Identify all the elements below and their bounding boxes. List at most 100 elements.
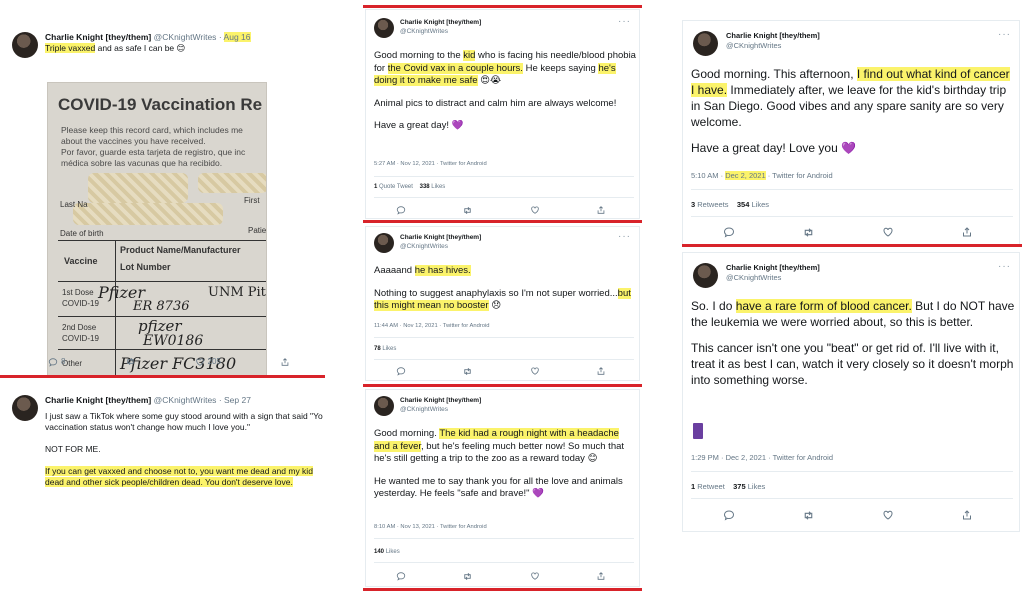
avatar[interactable] bbox=[12, 32, 38, 58]
share-button[interactable] bbox=[280, 356, 290, 367]
reply-icon[interactable] bbox=[396, 571, 406, 581]
purple-square-emoji bbox=[693, 423, 703, 439]
reply-icon bbox=[48, 357, 58, 367]
share-icon[interactable] bbox=[596, 571, 606, 581]
heart-icon[interactable] bbox=[530, 205, 540, 215]
highlighted-text: Triple vaxxed bbox=[45, 43, 96, 53]
col-product: Product Name/Manufacturer bbox=[120, 245, 241, 255]
heart-icon bbox=[195, 357, 205, 367]
heart-icon[interactable] bbox=[882, 226, 894, 238]
tweet-timestamp[interactable]: 11:44 AM · Nov 12, 2021 · Twitter for An… bbox=[374, 323, 489, 329]
retweet-icon[interactable] bbox=[802, 226, 815, 239]
reply-button[interactable]: 8 bbox=[48, 356, 65, 367]
author-name[interactable]: Charlie Knight [they/them] bbox=[726, 263, 820, 273]
author-name[interactable]: Charlie Knight [they/them] bbox=[726, 31, 820, 41]
highlighted-text: If you can get vaxxed and choose not to,… bbox=[45, 466, 313, 476]
tweet-card-3: Charlie Knight [they/them] @CKnightWrites… bbox=[365, 9, 640, 219]
more-options-button[interactable]: ··· bbox=[998, 29, 1011, 40]
author-name[interactable]: Charlie Knight [they/them] bbox=[400, 396, 481, 405]
author-handle[interactable]: @CKnightWrites bbox=[400, 27, 481, 36]
likes-link[interactable]: 338 Likes bbox=[420, 184, 446, 190]
separator bbox=[363, 220, 642, 223]
retweet-icon[interactable] bbox=[462, 366, 473, 377]
heart-icon[interactable] bbox=[530, 571, 540, 581]
tweet-timestamp[interactable]: 1:29 PM · Dec 2, 2021 · Twitter for Andr… bbox=[691, 453, 833, 462]
avatar[interactable] bbox=[374, 396, 394, 416]
tweet-actions bbox=[396, 205, 606, 216]
tweet-text: Aaaaand he has hives. Nothing to suggest… bbox=[374, 265, 631, 311]
reply-icon[interactable] bbox=[396, 205, 406, 215]
tweet-stats: 3 Retweets 354 Likes bbox=[691, 200, 769, 209]
reply-icon[interactable] bbox=[396, 366, 406, 376]
author-name[interactable]: Charlie Knight [they/them] bbox=[45, 395, 151, 405]
reply-icon[interactable] bbox=[723, 509, 735, 521]
avatar[interactable] bbox=[374, 233, 394, 253]
separator bbox=[0, 375, 325, 378]
avatar[interactable] bbox=[374, 18, 394, 38]
tweet-date[interactable]: Aug 16 bbox=[223, 32, 251, 42]
separator bbox=[363, 588, 642, 591]
separator bbox=[363, 5, 642, 8]
tweet-card-5: Charlie Knight [they/them] @CKnightWrites… bbox=[365, 389, 640, 587]
heart-icon[interactable] bbox=[530, 366, 540, 376]
tweet-card-7: Charlie Knight [they/them] @CKnightWrites… bbox=[682, 252, 1020, 532]
tweet-card-4: Charlie Knight [they/them] @CKnightWrites… bbox=[365, 226, 640, 381]
more-options-button[interactable]: ··· bbox=[618, 16, 631, 27]
tweet-card-2: Charlie Knight [they/them] @CKnightWrite… bbox=[0, 385, 325, 505]
tweet-card-1: Charlie Knight [they/them] @CKnightWrite… bbox=[0, 22, 325, 377]
col-lot: Lot Number bbox=[120, 262, 171, 272]
more-options-button[interactable]: ··· bbox=[998, 261, 1011, 272]
share-icon[interactable] bbox=[596, 366, 606, 376]
likes-link[interactable]: 140 Likes bbox=[374, 549, 400, 555]
col-vaccine: Vaccine bbox=[64, 256, 98, 266]
tweet-timestamp[interactable]: 8:10 AM · Nov 13, 2021 · Twitter for And… bbox=[374, 524, 487, 530]
author-handle[interactable]: @CKnightWrites bbox=[154, 395, 217, 405]
retweets-link[interactable]: 1 Retweet bbox=[691, 482, 725, 491]
tweet-stats: 78 Likes bbox=[374, 346, 396, 352]
retweet-icon[interactable] bbox=[462, 571, 473, 582]
share-icon[interactable] bbox=[961, 226, 973, 238]
author-name[interactable]: Charlie Knight [they/them] bbox=[400, 233, 481, 242]
separator bbox=[682, 244, 1022, 247]
author-handle[interactable]: @CKnightWrites bbox=[726, 41, 820, 51]
redacted-name bbox=[88, 173, 188, 203]
tweet-date[interactable]: Sep 27 bbox=[224, 395, 251, 405]
avatar[interactable] bbox=[693, 31, 718, 56]
handwritten-lot: ER 8736 bbox=[133, 299, 190, 314]
heart-icon[interactable] bbox=[882, 509, 894, 521]
retweet-icon[interactable] bbox=[802, 509, 815, 522]
author-handle[interactable]: @CKnightWrites bbox=[400, 242, 481, 251]
retweets-link[interactable]: 3 Retweets bbox=[691, 200, 729, 209]
likes-link[interactable]: 354 Likes bbox=[737, 200, 769, 209]
avatar[interactable] bbox=[12, 395, 38, 421]
retweet-button[interactable] bbox=[125, 356, 136, 367]
tweet-text: Good morning to the kid who is facing hi… bbox=[374, 50, 636, 131]
author-name[interactable]: Charlie Knight [they/them] bbox=[400, 18, 481, 27]
tweet-actions: 8 205 bbox=[48, 356, 290, 367]
tweet-actions bbox=[396, 366, 606, 377]
author-handle[interactable]: @CKnightWrites bbox=[400, 405, 481, 414]
retweet-icon[interactable] bbox=[462, 205, 473, 216]
like-button[interactable]: 205 bbox=[195, 356, 221, 367]
tweet-text: Good morning. This afternoon, I find out… bbox=[691, 67, 1010, 155]
author-handle[interactable]: @CKnightWrites bbox=[726, 273, 820, 283]
likes-link[interactable]: 78 Likes bbox=[374, 346, 396, 352]
tweet-actions bbox=[723, 509, 973, 522]
vaccination-card-title: COVID-19 Vaccination Re bbox=[58, 95, 263, 114]
vaccination-card-intro: Please keep this record card, which incl… bbox=[61, 125, 246, 168]
separator bbox=[363, 384, 642, 387]
share-icon[interactable] bbox=[961, 509, 973, 521]
author-handle[interactable]: @CKnightWrites bbox=[154, 32, 217, 42]
tweet-timestamp[interactable]: 5:10 AM · Dec 2, 2021 · Twitter for Andr… bbox=[691, 171, 833, 180]
reply-icon[interactable] bbox=[723, 226, 735, 238]
more-options-button[interactable]: ··· bbox=[618, 231, 631, 242]
tweet-text: So. I do have a rare form of blood cance… bbox=[691, 299, 1015, 387]
likes-link[interactable]: 375 Likes bbox=[733, 482, 765, 491]
share-icon bbox=[280, 357, 290, 367]
redacted-name bbox=[198, 173, 266, 193]
quote-tweets-link[interactable]: 1 Quote Tweet bbox=[374, 184, 413, 190]
author-name[interactable]: Charlie Knight [they/them] bbox=[45, 32, 151, 42]
avatar[interactable] bbox=[693, 263, 718, 288]
tweet-timestamp[interactable]: 5:27 AM · Nov 12, 2021 · Twitter for And… bbox=[374, 161, 487, 167]
share-icon[interactable] bbox=[596, 205, 606, 215]
